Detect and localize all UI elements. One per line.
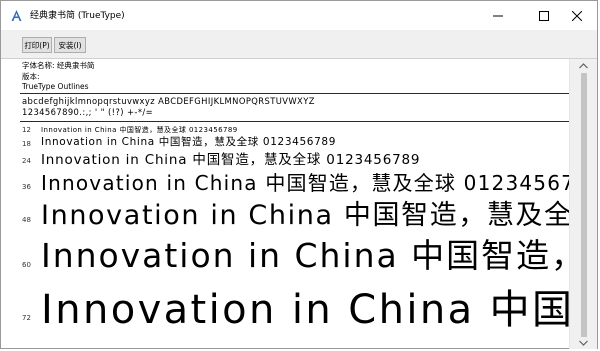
print-button[interactable]: 打印(P) (22, 37, 52, 53)
charset-symbols: 1234567890.:,; ' " (!?) +-*/= (22, 107, 154, 117)
maximize-icon (539, 10, 549, 21)
toolbar: 打印(P) 安装(I) (1, 30, 597, 59)
font-app-icon (11, 10, 22, 21)
font-type-line: TrueType Outlines (22, 82, 89, 91)
sample-text: Innovation in China 中国智造，慧及全球 0123456789 (41, 152, 421, 168)
close-button[interactable] (554, 1, 600, 30)
title-bar[interactable]: 经典隶书简 (TrueType) (1, 1, 597, 30)
font-preview-area: 字体名称: 经典隶书简 版本: TrueType Outlines abcdef… (1, 59, 569, 348)
vertical-scrollbar[interactable] (569, 59, 597, 349)
font-version-line: 版本: (22, 72, 40, 81)
close-icon (572, 10, 582, 21)
sample-size-label: 60 (22, 261, 31, 269)
scroll-thumb[interactable] (581, 73, 587, 337)
sample-size-label: 48 (22, 216, 31, 224)
sample-size-label: 18 (22, 140, 31, 148)
sample-size-label: 36 (22, 183, 31, 191)
font-viewer-window: 经典隶书简 (TrueType) 打印(P) 安装(I) 字体名称: 经典隶书简… (0, 0, 598, 349)
sample-text: Innovation in China 中国智造，慧及全球 0123456789 (41, 236, 569, 275)
sample-size-label: 24 (22, 157, 31, 165)
sample-size-label: 72 (22, 314, 31, 322)
scroll-up-arrow-icon[interactable] (578, 62, 589, 70)
install-button[interactable]: 安装(I) (54, 37, 86, 53)
sample-size-label: 12 (22, 126, 31, 134)
font-name-line: 字体名称: 经典隶书简 (22, 61, 95, 70)
minimize-button[interactable] (475, 1, 521, 30)
window-title: 经典隶书简 (TrueType) (30, 11, 125, 21)
sample-text: Innovation in China 中国智造，慧及全球 0123456789 (41, 171, 569, 195)
divider (20, 93, 569, 94)
minimize-icon (493, 15, 503, 16)
sample-text: Innovation in China 中国智造，慧及全球 0123456789 (41, 200, 569, 231)
scroll-down-arrow-icon[interactable] (578, 339, 589, 347)
divider (20, 121, 569, 122)
charset-letters: abcdefghijklmnopqrstuvwxyz ABCDEFGHIJKLM… (22, 96, 315, 106)
sample-text: Innovation in China 中国智造，慧及全球 0123456789 (41, 287, 569, 333)
sample-text: Innovation in China 中国智造，慧及全球 0123456789 (41, 136, 337, 148)
